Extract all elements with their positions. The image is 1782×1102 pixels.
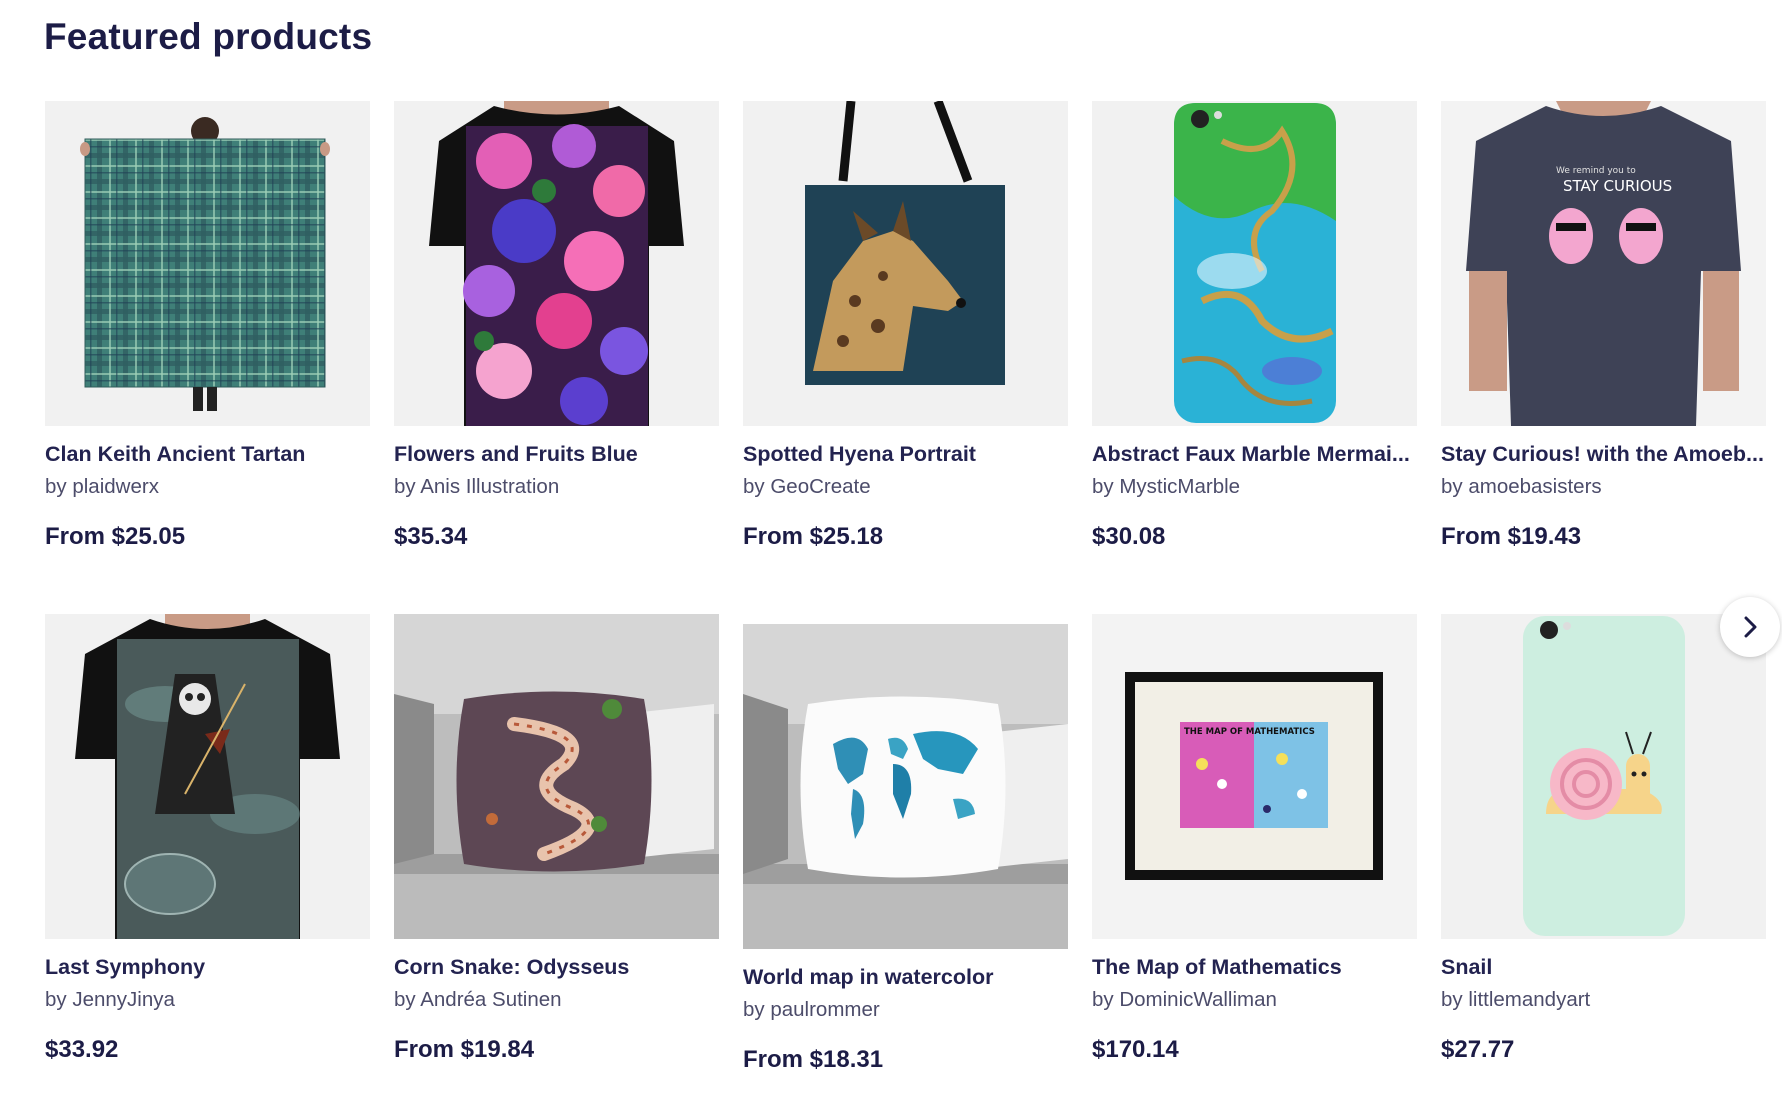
product-artist[interactable]: by DominicWalliman: [1092, 988, 1417, 1012]
product-card[interactable]: World map in watercolor by paulrommer Fr…: [743, 624, 1068, 1074]
product-title[interactable]: Corn Snake: Odysseus: [394, 955, 719, 980]
product-image-snail-phone-case[interactable]: [1441, 614, 1766, 939]
product-price: From $19.43: [1441, 523, 1582, 550]
product-price: From $25.18: [743, 523, 884, 550]
product-card[interactable]: Snail by littlemandyart $27.77: [1441, 614, 1766, 1064]
product-artist[interactable]: by MysticMarble: [1092, 475, 1417, 499]
product-artist[interactable]: by Andréa Sutinen: [394, 988, 719, 1012]
product-card[interactable]: THE MAP OF MATHEMATICS The Map of Mathem…: [1092, 614, 1417, 1064]
product-card[interactable]: We remind you to STAY CURIOUS Stay Curio…: [1441, 101, 1766, 551]
product-artist[interactable]: by amoebasisters: [1441, 475, 1766, 499]
product-price: $27.77: [1441, 1036, 1515, 1063]
shirt-big-text: STAY CURIOUS: [1563, 177, 1672, 195]
product-card[interactable]: Clan Keith Ancient Tartan by plaidwerx F…: [45, 101, 370, 551]
product-image-hyena-tote[interactable]: [743, 101, 1068, 426]
product-image-world-map-pillow[interactable]: [743, 624, 1068, 949]
product-price: From $25.05: [45, 523, 186, 550]
product-price: From $18.31: [743, 1046, 884, 1073]
product-price: $170.14: [1092, 1036, 1179, 1063]
product-card[interactable]: Last Symphony by JennyJinya $33.92: [45, 614, 370, 1064]
carousel-next-button[interactable]: [1720, 597, 1780, 657]
product-image-marble-phone-case[interactable]: [1092, 101, 1417, 426]
product-image-math-map-print[interactable]: THE MAP OF MATHEMATICS: [1092, 614, 1417, 939]
product-artist[interactable]: by Anis Illustration: [394, 475, 719, 499]
product-image-tartan-scarf[interactable]: [45, 101, 370, 426]
product-card[interactable]: Corn Snake: Odysseus by Andréa Sutinen F…: [394, 614, 719, 1064]
product-card[interactable]: Flowers and Fruits Blue by Anis Illustra…: [394, 101, 719, 551]
product-title[interactable]: Abstract Faux Marble Mermai...: [1092, 442, 1417, 467]
product-title[interactable]: Last Symphony: [45, 955, 370, 980]
section-title: Featured products: [44, 16, 373, 57]
product-title[interactable]: Stay Curious! with the Amoeb...: [1441, 442, 1766, 467]
product-title[interactable]: World map in watercolor: [743, 965, 1068, 990]
product-artist[interactable]: by GeoCreate: [743, 475, 1068, 499]
product-image-floral-tshirt[interactable]: [394, 101, 719, 426]
product-artist[interactable]: by JennyJinya: [45, 988, 370, 1012]
product-price: From $19.84: [394, 1036, 535, 1063]
product-image-curious-tshirt[interactable]: We remind you to STAY CURIOUS: [1441, 101, 1766, 426]
product-title[interactable]: Flowers and Fruits Blue: [394, 442, 719, 467]
print-title-text: THE MAP OF MATHEMATICS: [1184, 727, 1315, 737]
product-price: $35.34: [394, 523, 468, 550]
product-card[interactable]: Abstract Faux Marble Mermai... by Mystic…: [1092, 101, 1417, 551]
shirt-small-text: We remind you to: [1556, 166, 1636, 176]
chevron-right-icon: [1744, 616, 1757, 638]
product-title[interactable]: Clan Keith Ancient Tartan: [45, 442, 370, 467]
product-artist[interactable]: by paulrommer: [743, 998, 1068, 1022]
product-title[interactable]: Spotted Hyena Portrait: [743, 442, 1068, 467]
product-artist[interactable]: by littlemandyart: [1441, 988, 1766, 1012]
product-image-snake-pillow[interactable]: [394, 614, 719, 939]
product-artist[interactable]: by plaidwerx: [45, 475, 370, 499]
product-title[interactable]: The Map of Mathematics: [1092, 955, 1417, 980]
product-title[interactable]: Snail: [1441, 955, 1766, 980]
product-card[interactable]: Spotted Hyena Portrait by GeoCreate From…: [743, 101, 1068, 551]
product-price: $30.08: [1092, 523, 1166, 550]
product-price: $33.92: [45, 1036, 119, 1063]
product-image-symphony-tshirt[interactable]: [45, 614, 370, 939]
